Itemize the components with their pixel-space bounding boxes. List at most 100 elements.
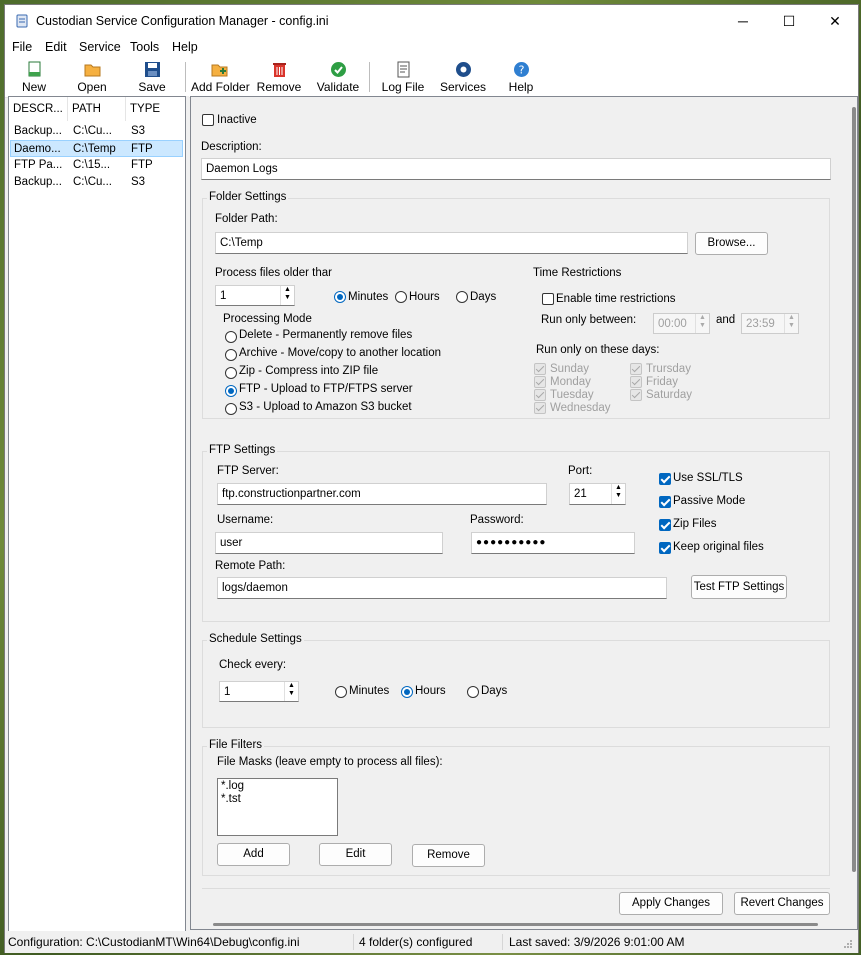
older-hours-label: Hours xyxy=(409,291,440,303)
save-button[interactable]: Save xyxy=(131,59,173,95)
add-mask-button[interactable]: Add xyxy=(217,843,290,866)
services-button[interactable]: Services xyxy=(439,59,487,95)
enable-time-checkbox[interactable] xyxy=(542,293,554,305)
edit-mask-button[interactable]: Edit xyxy=(319,843,392,866)
toolbar-separator xyxy=(185,62,186,92)
mode-archive-radio[interactable] xyxy=(225,349,237,361)
status-last-saved: Last saved: 3/9/2026 9:01:00 AM xyxy=(509,935,685,949)
day-friday-checkbox[interactable] xyxy=(630,376,642,388)
day-saturday-checkbox[interactable] xyxy=(630,389,642,401)
resize-grip-icon[interactable] xyxy=(843,939,853,949)
older-minutes-radio[interactable] xyxy=(334,291,346,303)
maximize-button[interactable]: ☐ xyxy=(766,5,812,37)
mode-ftp-label: FTP - Upload to FTP/FTPS server xyxy=(239,383,413,395)
details-panel: Inactive Description: Daemon Logs Folder… xyxy=(190,96,858,930)
apply-changes-button[interactable]: Apply Changes xyxy=(619,892,723,915)
day-monday-checkbox[interactable] xyxy=(534,376,546,388)
horizontal-scrollbar[interactable] xyxy=(191,921,849,929)
passive-checkbox[interactable] xyxy=(659,496,671,508)
file-filters-title: File Filters xyxy=(207,739,265,751)
remote-path-field[interactable]: logs/daemon xyxy=(217,577,667,599)
menu-file[interactable]: File xyxy=(12,40,32,54)
splitter[interactable] xyxy=(186,96,189,930)
new-button[interactable]: New xyxy=(13,59,55,95)
file-masks-list[interactable]: *.log *.tst xyxy=(217,778,338,836)
spin-arrows-icon[interactable]: ▲ ▼ xyxy=(784,314,798,333)
spin-arrows-icon[interactable]: ▲ ▼ xyxy=(284,682,298,701)
password-field[interactable]: ●●●●●●●●●● xyxy=(471,532,635,554)
test-ftp-button[interactable]: Test FTP Settings xyxy=(691,575,787,599)
new-file-icon xyxy=(28,61,40,77)
spin-arrows-icon[interactable]: ▲ ▼ xyxy=(611,484,625,504)
mode-delete-radio[interactable] xyxy=(225,331,237,343)
older-days-label: Days xyxy=(470,291,497,303)
menu-edit[interactable]: Edit xyxy=(45,40,67,54)
start-time-field[interactable]: 00:00 ▲ ▼ xyxy=(653,313,710,334)
remove-button[interactable]: Remove xyxy=(255,59,303,95)
scroll-thumb[interactable] xyxy=(213,923,818,926)
open-button[interactable]: Open xyxy=(71,59,113,95)
menu-tools[interactable]: Tools xyxy=(130,40,159,54)
username-field[interactable]: user xyxy=(215,532,443,554)
mode-s3-radio[interactable] xyxy=(225,403,237,415)
close-button[interactable]: ✕ xyxy=(812,5,858,37)
list-item[interactable]: FTP Pa... C:\15... FTP xyxy=(10,157,183,174)
inactive-checkbox[interactable] xyxy=(202,114,214,126)
older-hours-radio[interactable] xyxy=(395,291,407,303)
validate-button[interactable]: Validate xyxy=(315,59,361,95)
minimize-button[interactable]: ─ xyxy=(720,5,766,37)
spin-arrows-icon[interactable]: ▲ ▼ xyxy=(280,286,294,305)
older-than-stepper[interactable]: 1 ▲ ▼ xyxy=(215,285,295,306)
keep-original-checkbox[interactable] xyxy=(659,542,671,554)
folder-settings-group: Folder Settings Folder Path: C:\Temp Bro… xyxy=(202,191,830,419)
schedule-hours-radio[interactable] xyxy=(401,686,413,698)
log-file-button[interactable]: Log File xyxy=(381,59,425,95)
scroll-thumb[interactable] xyxy=(852,107,856,872)
ssl-checkbox[interactable] xyxy=(659,473,671,485)
ftp-server-field[interactable]: ftp.constructionpartner.com xyxy=(217,483,547,505)
list-item[interactable]: *.log xyxy=(221,780,334,793)
day-sunday-checkbox[interactable] xyxy=(534,363,546,375)
older-days-radio[interactable] xyxy=(456,291,468,303)
end-time-field[interactable]: 23:59 ▲ ▼ xyxy=(741,313,799,334)
status-config-path: Configuration: C:\CustodianMT\Win64\Debu… xyxy=(8,935,300,949)
port-stepper[interactable]: 21 ▲ ▼ xyxy=(569,483,626,505)
log-file-label: Log File xyxy=(381,80,425,94)
schedule-days-label: Days xyxy=(481,685,508,697)
menu-help[interactable]: Help xyxy=(172,40,198,54)
port-label: Port: xyxy=(568,465,593,477)
remove-mask-button[interactable]: Remove xyxy=(412,844,485,867)
folder-list[interactable]: DESCR... PATH TYPE Backup... C:\Cu... S3… xyxy=(8,96,186,932)
list-item[interactable]: *.tst xyxy=(221,793,334,806)
vertical-scrollbar[interactable] xyxy=(850,97,857,929)
zip-files-checkbox[interactable] xyxy=(659,519,671,531)
mode-zip-radio[interactable] xyxy=(225,367,237,379)
status-separator xyxy=(502,934,503,950)
help-button[interactable]: ? Help xyxy=(505,59,537,95)
schedule-minutes-radio[interactable] xyxy=(335,686,347,698)
check-every-stepper[interactable]: 1 ▲ ▼ xyxy=(219,681,299,702)
passive-label: Passive Mode xyxy=(673,495,746,507)
column-header-type[interactable]: TYPE xyxy=(126,97,184,121)
browse-button[interactable]: Browse... xyxy=(695,232,768,255)
folder-path-field[interactable]: C:\Temp xyxy=(215,232,688,254)
spin-arrows-icon[interactable]: ▲ ▼ xyxy=(695,314,709,333)
day-thursday-checkbox[interactable] xyxy=(630,363,642,375)
description-field[interactable]: Daemon Logs xyxy=(201,158,831,180)
list-item-selected[interactable]: Daemo... C:\Temp FTP xyxy=(10,140,183,157)
schedule-days-radio[interactable] xyxy=(467,686,479,698)
menu-service[interactable]: Service xyxy=(79,40,121,54)
mode-ftp-radio[interactable] xyxy=(225,385,237,397)
file-masks-label: File Masks (leave empty to process all f… xyxy=(217,756,443,768)
day-tuesday-checkbox[interactable] xyxy=(534,389,546,401)
status-folder-count: 4 folder(s) configured xyxy=(359,935,473,949)
list-item[interactable]: Backup... C:\Cu... S3 xyxy=(10,174,183,191)
column-header-path[interactable]: PATH xyxy=(68,97,126,121)
list-item[interactable]: Backup... C:\Cu... S3 xyxy=(10,123,183,140)
add-folder-button[interactable]: Add Folder xyxy=(191,59,250,95)
toolbar-separator xyxy=(369,62,370,92)
revert-changes-button[interactable]: Revert Changes xyxy=(734,892,830,915)
day-wednesday-checkbox[interactable] xyxy=(534,402,546,414)
open-folder-icon xyxy=(84,64,100,77)
column-header-description[interactable]: DESCR... xyxy=(9,97,68,121)
